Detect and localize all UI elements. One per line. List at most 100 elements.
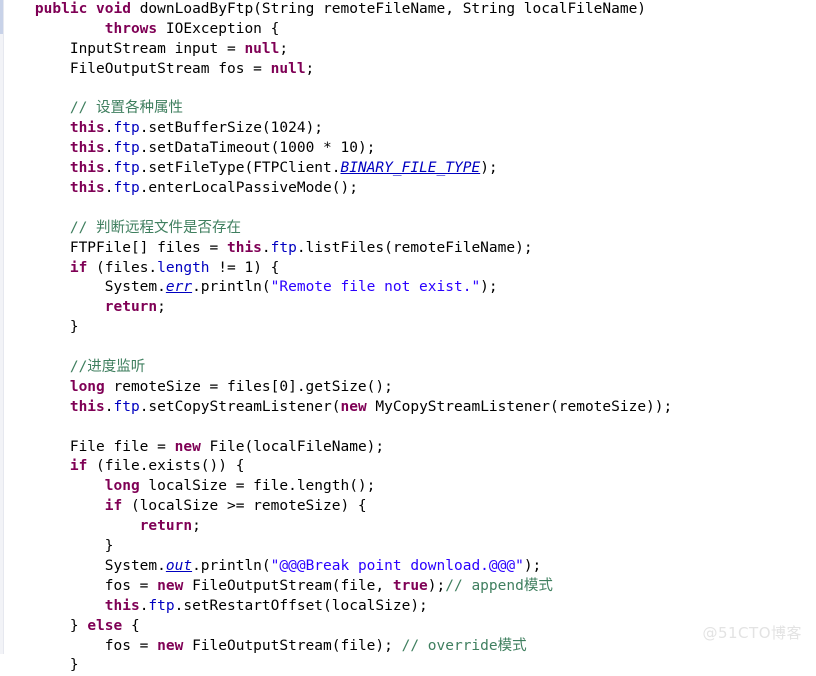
code-token-plain: remoteSize = files[0].getSize(); [104,378,393,395]
code-token-kw: this [69,120,105,137]
code-line: System.err.println("Remote file not exis… [0,278,816,298]
code-token-kw: long [104,478,140,495]
code-line: File file = new File(localFileName); [0,438,816,458]
code-line: if (localSize >= remoteSize) { [0,497,816,517]
code-token-cmt: // 判断远程文件是否存在 [69,219,242,236]
code-line: long remoteSize = files[0].getSize(); [0,378,816,398]
code-token-plain: } [0,538,114,555]
code-token-fld: ftp [148,597,175,614]
code-line: this.ftp.setCopyStreamListener(new MyCop… [0,398,816,418]
code-token-kw: if [104,498,123,515]
code-line: } [0,318,816,338]
code-token-fld: ftp [113,398,140,415]
code-token-plain: .println( [192,279,271,296]
code-line: InputStream input = null; [0,40,816,60]
code-token-plain: . [104,160,114,177]
code-token-plain: .setDataTimeout(1000 * 10); [139,140,376,157]
code-token-str: "Remote file not exist." [270,279,481,296]
code-token-plain: ); [480,160,498,177]
code-token-sfld: err [165,279,193,296]
code-line: // 判断远程文件是否存在 [0,219,816,239]
code-token-fld: ftp [113,120,140,137]
code-line: if (files.length != 1) { [0,259,816,279]
code-token-plain: System. [0,279,166,296]
code-token-plain: .setCopyStreamListener( [139,398,341,415]
code-token-cmt: // 设置各种属性 [69,100,184,117]
code-token-cmt: // override模式 [401,637,527,654]
code-token-kw: public [34,1,88,17]
code-token-plain: (files. [87,259,158,276]
code-token-cmt: //进度监听 [69,359,146,376]
code-line: if (file.exists()) { [0,457,816,477]
code-token-kw: return [104,299,158,316]
code-line: this.ftp.setFileType(FTPClient.BINARY_FI… [0,159,816,179]
code-token-plain: ; [305,60,315,77]
code-token-plain: .listFiles(remoteFileName); [296,239,533,256]
code-token-fld: ftp [113,140,140,157]
code-token-str: "@@@Break point download.@@@" [270,557,524,574]
code-line: throws IOException { [0,20,816,40]
code-token-plain: . [104,140,114,157]
code-token-kw: new [340,398,367,415]
code-token-kw: new [174,438,201,455]
code-token-plain: .enterLocalPassiveMode(); [139,180,358,197]
code-token-plain: FTPFile[] files = [0,239,227,256]
code-token-fld: ftp [113,180,140,197]
code-line: return; [0,298,816,318]
code-token-kw: void [96,1,131,17]
code-token-plain: . [104,180,114,197]
code-token-kw: return [139,518,193,535]
code-token-plain: IOException { [157,20,280,37]
code-token-plain: .setBufferSize(1024); [139,120,324,137]
code-token-kw: throws [104,20,158,37]
code-token-plain: . [104,398,114,415]
code-line: public void downLoadByFtp(String remoteF… [0,0,816,20]
code-token-plain: downLoadByFtp(String remoteFileName, Str… [130,1,647,17]
code-line: FTPFile[] files = this.ftp.listFiles(rem… [0,239,816,259]
code-token-plain: } [0,617,88,634]
code-token-plain: . [104,120,114,137]
code-token-kw: this [226,239,262,256]
code-token-kw: true [392,577,428,594]
code-viewer[interactable]: public void downLoadByFtp(String remoteF… [0,0,816,673]
code-line: this.ftp.setRestartOffset(localSize); [0,597,816,617]
code-token-kw: this [104,597,140,614]
code-token-sfld: BINARY_FILE_TYPE [340,160,481,177]
code-line: this.ftp.setBufferSize(1024); [0,119,816,139]
code-token-plain: File file = [0,438,175,455]
code-line: return; [0,517,816,537]
code-token-kw: new [157,577,184,594]
code-line: long localSize = file.length(); [0,477,816,497]
code-token-plain: { [122,617,140,634]
code-token-kw: this [69,398,105,415]
code-token-kw: this [69,140,105,157]
code-line: fos = new FileOutputStream(file, true);/… [0,577,816,597]
code-token-sfld: out [165,557,193,574]
code-token-kw: null [244,40,280,57]
code-token-plain: FileOutputStream(file, [183,577,393,594]
code-line: fos = new FileOutputStream(file); // ove… [0,637,816,657]
code-token-plain: ; [157,299,166,316]
code-token-plain: ); [480,279,498,296]
code-line: FileOutputStream fos = null; [0,60,816,80]
code-token-plain: fos = [0,637,158,654]
code-token-plain: .println( [192,557,271,574]
code-token-plain: InputStream input = [0,40,245,57]
code-listing[interactable]: public void downLoadByFtp(String remoteF… [0,0,816,676]
